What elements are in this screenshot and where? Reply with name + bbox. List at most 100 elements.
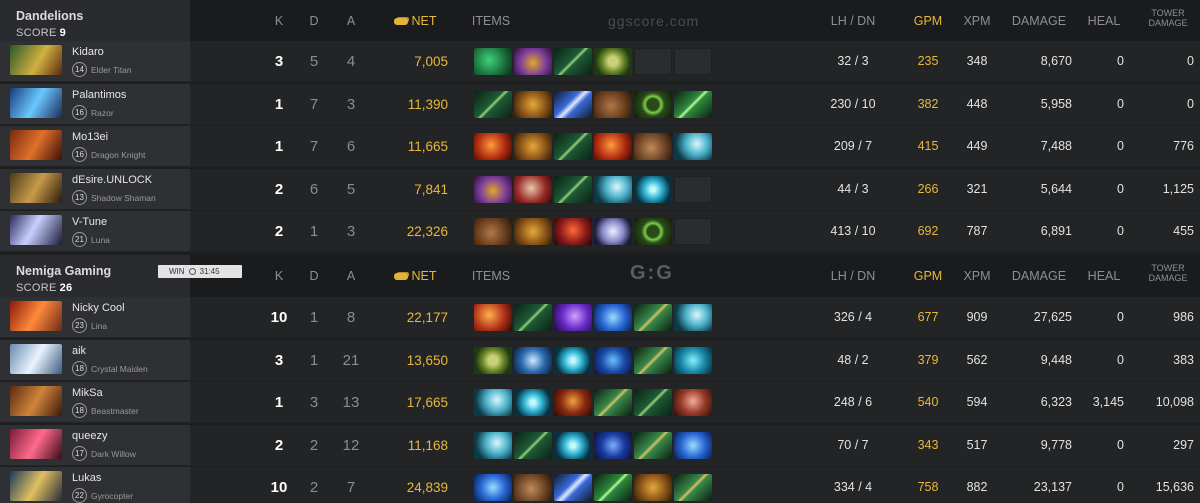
hero-portrait[interactable] bbox=[10, 130, 62, 160]
last-hits-denies: 48 / 2 bbox=[837, 352, 869, 367]
item-orb[interactable] bbox=[514, 389, 552, 416]
item-tranquil[interactable] bbox=[594, 48, 632, 75]
player-panel[interactable]: MikSa 18 Beastmaster bbox=[0, 382, 190, 423]
hero-portrait[interactable] bbox=[10, 215, 62, 245]
player-row[interactable]: Lukas 22 Gyrocopter 10 2 7 24,839 334 / 4 758 882… bbox=[0, 467, 1200, 503]
item-staff[interactable] bbox=[674, 474, 712, 501]
item-staff[interactable] bbox=[634, 304, 672, 331]
item-blink[interactable] bbox=[474, 389, 512, 416]
item-phase-boots[interactable] bbox=[634, 474, 672, 501]
item-armlet[interactable] bbox=[474, 133, 512, 160]
item-wand[interactable] bbox=[474, 90, 512, 118]
hero-portrait[interactable] bbox=[10, 343, 62, 374]
player-name[interactable]: Lukas bbox=[72, 472, 101, 484]
hero-portrait[interactable] bbox=[10, 428, 62, 459]
hero-portrait[interactable] bbox=[10, 87, 62, 118]
player-panel[interactable]: V-Tune 21 Luna bbox=[0, 211, 190, 252]
item-potion[interactable] bbox=[514, 346, 552, 374]
item-blink[interactable] bbox=[594, 175, 632, 203]
hero-portrait[interactable] bbox=[10, 45, 62, 75]
player-name[interactable]: V-Tune bbox=[72, 216, 107, 228]
item-ring[interactable] bbox=[634, 90, 672, 118]
item-boots[interactable] bbox=[634, 133, 672, 160]
item-phase-boots[interactable] bbox=[514, 133, 552, 160]
item-cloak[interactable] bbox=[474, 304, 512, 331]
player-panel[interactable]: Palantimos 16 Razor bbox=[0, 83, 190, 125]
player-name[interactable]: MikSa bbox=[72, 387, 103, 399]
item-scepter[interactable] bbox=[474, 474, 512, 501]
item-blink[interactable] bbox=[474, 431, 512, 459]
item-scepter[interactable] bbox=[674, 431, 712, 459]
item-boots-of-travel[interactable] bbox=[474, 48, 512, 75]
item-blink[interactable] bbox=[674, 133, 712, 160]
item-lens[interactable] bbox=[594, 431, 632, 459]
item-yasha[interactable] bbox=[554, 474, 592, 501]
item-yasha[interactable] bbox=[554, 90, 592, 118]
item-boots[interactable] bbox=[514, 474, 552, 501]
player-name[interactable]: dEsire.UNLOCK bbox=[72, 174, 152, 186]
player-row[interactable]: Mo13ei 16 Dragon Knight 1 7 6 11,665 209 / 7 415… bbox=[0, 126, 1200, 168]
item-orb[interactable] bbox=[634, 175, 672, 203]
player-row[interactable]: V-Tune 21 Luna 2 1 3 22,326 413 / 10 692 787 6,891… bbox=[0, 211, 1200, 253]
item-mask[interactable] bbox=[674, 389, 712, 416]
hero-portrait[interactable] bbox=[10, 386, 62, 416]
player-name[interactable]: queezy bbox=[72, 430, 107, 442]
item-wand[interactable] bbox=[554, 133, 592, 160]
column-label: DAMAGE bbox=[1011, 269, 1067, 283]
item-ring[interactable] bbox=[634, 218, 672, 245]
item-staff[interactable] bbox=[634, 346, 672, 374]
player-row[interactable]: Kidaro 14 Elder Titan 3 5 4 7,005 32 / 3 235 348 8… bbox=[0, 41, 1200, 83]
item-tranquil[interactable] bbox=[474, 346, 512, 374]
player-panel[interactable]: Nicky Cool 23 Lina bbox=[0, 297, 190, 338]
player-row[interactable]: queezy 17 Dark Willow 2 2 12 11,168 70 / 7 343 51… bbox=[0, 424, 1200, 467]
item-dagger[interactable] bbox=[674, 90, 712, 118]
item-wand[interactable] bbox=[554, 175, 592, 203]
item-crimson[interactable] bbox=[554, 389, 592, 416]
item-wand[interactable] bbox=[514, 304, 552, 331]
item-orb[interactable] bbox=[554, 431, 592, 459]
item-wand[interactable] bbox=[514, 431, 552, 459]
item-power-treads[interactable] bbox=[474, 218, 512, 245]
item-staff[interactable] bbox=[594, 389, 632, 416]
player-panel[interactable]: queezy 17 Dark Willow bbox=[0, 424, 190, 466]
player-row[interactable]: dEsire.UNLOCK 13 Shadow Shaman 2 6 5 7,841 44 /… bbox=[0, 168, 1200, 211]
item-dagon[interactable] bbox=[554, 304, 592, 331]
item-dagger[interactable] bbox=[594, 474, 632, 501]
player-name[interactable]: Palantimos bbox=[72, 89, 126, 101]
item-wand[interactable] bbox=[554, 48, 592, 75]
player-name[interactable]: Nicky Cool bbox=[72, 302, 125, 314]
item-phase-boots[interactable] bbox=[514, 218, 552, 245]
item-armlet[interactable] bbox=[594, 133, 632, 160]
player-name[interactable]: Mo13ei bbox=[72, 131, 108, 143]
item-phase-boots[interactable] bbox=[514, 90, 552, 118]
item-helm[interactable] bbox=[554, 218, 592, 245]
player-panel[interactable]: dEsire.UNLOCK 13 Shadow Shaman bbox=[0, 168, 190, 210]
player-row[interactable]: Nicky Cool 23 Lina 10 1 8 22,177 326 / 4 677 909 2… bbox=[0, 297, 1200, 339]
item-hand-of-midas[interactable] bbox=[514, 48, 552, 75]
item-skull[interactable] bbox=[594, 218, 632, 245]
item-blink[interactable] bbox=[674, 304, 712, 331]
item-power-treads[interactable] bbox=[594, 90, 632, 118]
hero-portrait[interactable] bbox=[10, 471, 62, 501]
item-axe[interactable] bbox=[514, 175, 552, 203]
column-label: K bbox=[274, 14, 284, 28]
player-row[interactable]: Palantimos 16 Razor 1 7 3 11,390 230 / 10 382 448… bbox=[0, 83, 1200, 126]
item-scepter[interactable] bbox=[594, 304, 632, 331]
player-row[interactable]: aik 18 Crystal Maiden 3 1 21 13,650 48 / 2 379 56… bbox=[0, 339, 1200, 382]
player-row[interactable]: MikSa 18 Beastmaster 1 3 13 17,665 248 / 6 540 59… bbox=[0, 382, 1200, 424]
last-hits-denies: 248 / 6 bbox=[833, 395, 873, 409]
player-panel[interactable]: Kidaro 14 Elder Titan bbox=[0, 41, 190, 82]
player-panel[interactable]: Lukas 22 Gyrocopter bbox=[0, 467, 190, 503]
player-panel[interactable]: Mo13ei 16 Dragon Knight bbox=[0, 126, 190, 167]
player-panel[interactable]: aik 18 Crystal Maiden bbox=[0, 339, 190, 381]
item-wand[interactable] bbox=[634, 389, 672, 416]
hero-portrait[interactable] bbox=[10, 301, 62, 331]
hero-portrait[interactable] bbox=[10, 172, 62, 203]
item-ward[interactable] bbox=[674, 346, 712, 374]
player-name[interactable]: aik bbox=[72, 345, 86, 357]
player-name[interactable]: Kidaro bbox=[72, 46, 104, 58]
item-orb[interactable] bbox=[554, 346, 592, 374]
item-greaves[interactable] bbox=[594, 346, 632, 374]
item-hand-of-midas[interactable] bbox=[474, 175, 512, 203]
item-staff[interactable] bbox=[634, 431, 672, 459]
